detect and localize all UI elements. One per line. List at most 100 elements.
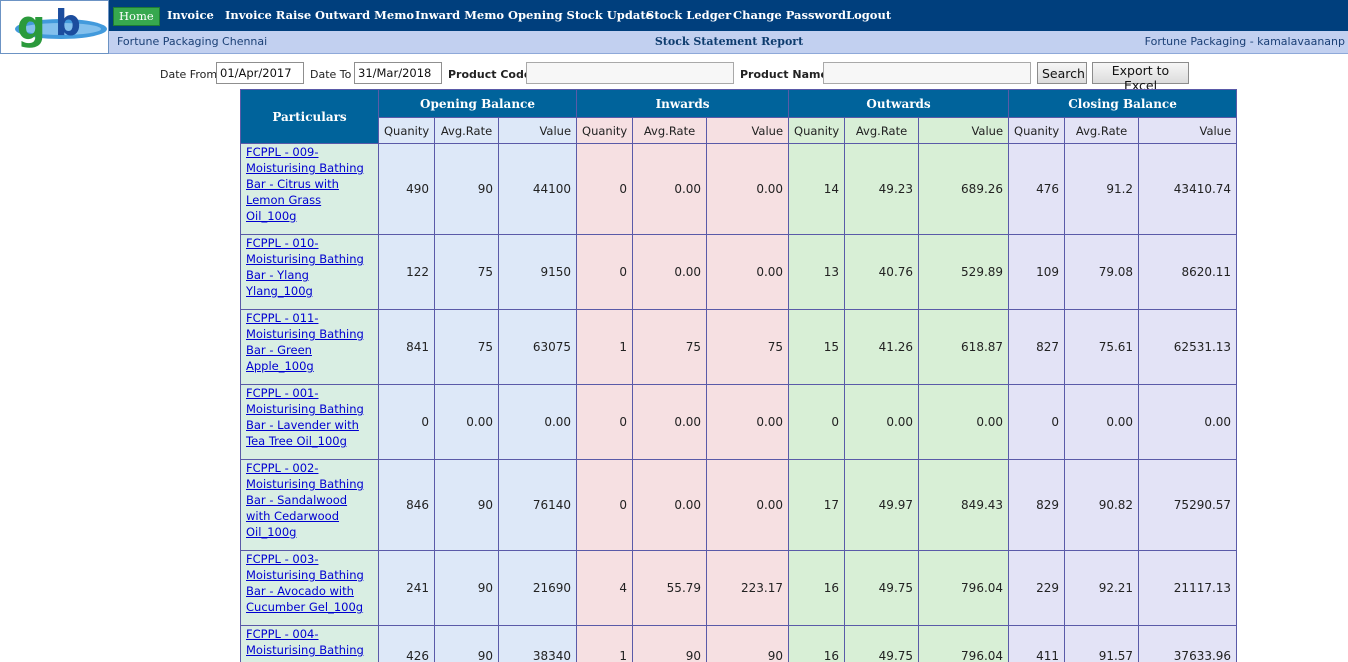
in-rate: 0.00 [632, 384, 708, 460]
nav-invoice[interactable]: Invoice [167, 7, 214, 26]
nav-home[interactable]: Home [113, 7, 160, 26]
app-logo[interactable]: g b [0, 0, 109, 54]
out-rate: 40.76 [844, 234, 920, 310]
ob-rate: 90 [434, 459, 499, 551]
in-value: 0.00 [706, 459, 790, 551]
out-rate-header: Avg.Rate [844, 117, 920, 144]
cb-rate: 79.08 [1064, 234, 1140, 310]
out-rate: 49.75 [844, 550, 920, 626]
header: g b Home Invoice Invoice Raise Outward M… [0, 0, 1348, 54]
product-link[interactable]: FCPPL - 010- Moisturising Bathing Bar - … [246, 236, 364, 298]
in-quantity: 0 [576, 143, 634, 235]
ob-value: 0.00 [497, 384, 578, 460]
in-rate: 0.00 [632, 143, 708, 235]
closing-balance-header: Closing Balance [1008, 89, 1238, 118]
ob-quantity: 426 [378, 625, 435, 662]
info-bar: Fortune Packaging Chennai Stock Statemen… [109, 31, 1348, 54]
nav-outward-memo[interactable]: Outward Memo [315, 7, 414, 26]
outwards-header: Outwards [788, 89, 1010, 118]
export-excel-button[interactable]: Export to Excel [1092, 62, 1189, 93]
cb-rate: 90.82 [1064, 459, 1140, 551]
ob-value: 9150 [497, 234, 578, 310]
cb-value: 75290.57 [1138, 459, 1238, 551]
in-rate: 75 [632, 309, 708, 385]
nav-opening-stock-update[interactable]: Opening Stock Update [508, 7, 653, 26]
out-value: 689.26 [918, 143, 1010, 235]
in-rate: 0.00 [632, 234, 708, 310]
product-link[interactable]: FCPPL - 009- Moisturising Bathing Bar - … [246, 145, 364, 223]
in-quantity: 0 [576, 459, 634, 551]
in-quantity: 4 [576, 550, 634, 626]
product-code-input[interactable] [526, 62, 734, 84]
out-quantity: 16 [788, 550, 846, 626]
out-rate: 49.23 [844, 143, 920, 235]
ob-value: 21690 [497, 550, 578, 626]
ob-rate: 75 [434, 234, 499, 310]
svg-text:b: b [55, 3, 81, 44]
ob-value: 76140 [497, 459, 578, 551]
svg-text:g: g [17, 3, 46, 49]
ob-rate: 90 [434, 625, 499, 662]
table-row: FCPPL - 011- Moisturising Bathing Bar - … [240, 309, 1238, 385]
out-value: 796.04 [918, 625, 1010, 662]
header-row-columns: Quanity Avg.Rate Value Quanity Avg.Rate … [241, 117, 1238, 144]
out-value: 618.87 [918, 309, 1010, 385]
ob-quantity: 841 [378, 309, 435, 385]
product-name-input[interactable] [823, 62, 1031, 84]
cb-quantity-header: Quanity [1008, 117, 1066, 144]
cb-quantity: 229 [1008, 550, 1066, 626]
top-navigation: Home Invoice Invoice Raise Outward Memo … [109, 0, 1348, 31]
ob-rate-header: Avg.Rate [434, 117, 499, 144]
cb-rate: 91.57 [1064, 625, 1140, 662]
cb-quantity: 827 [1008, 309, 1066, 385]
nav-stock-ledger[interactable]: Stock Ledger [646, 7, 731, 26]
in-rate: 55.79 [632, 550, 708, 626]
table-row: FCPPL - 003- Moisturising Bathing Bar - … [240, 550, 1238, 626]
out-value: 529.89 [918, 234, 1010, 310]
out-value: 796.04 [918, 550, 1010, 626]
report-title: Stock Statement Report [654, 35, 804, 48]
in-quantity: 0 [576, 384, 634, 460]
out-rate: 41.26 [844, 309, 920, 385]
cb-rate-header: Avg.Rate [1064, 117, 1140, 144]
product-name-label: Product Name [740, 68, 828, 81]
out-quantity: 13 [788, 234, 846, 310]
company-name: Fortune Packaging Chennai [117, 35, 268, 48]
date-from-label: Date From [160, 68, 218, 81]
product-link[interactable]: FCPPL - 011- Moisturising Bathing Bar - … [246, 311, 364, 373]
nav-change-password[interactable]: Change Password [733, 7, 846, 26]
table-row: FCPPL - 009- Moisturising Bathing Bar - … [240, 143, 1238, 235]
in-rate: 0.00 [632, 459, 708, 551]
nav-invoice-raise[interactable]: Invoice Raise [225, 7, 311, 26]
out-quantity: 14 [788, 143, 846, 235]
cb-rate: 91.2 [1064, 143, 1140, 235]
cb-value-header: Value [1138, 117, 1238, 144]
out-rate: 0.00 [844, 384, 920, 460]
cb-quantity: 109 [1008, 234, 1066, 310]
out-quantity: 0 [788, 384, 846, 460]
ob-value: 44100 [497, 143, 578, 235]
product-link[interactable]: FCPPL - 002- Moisturising Bathing Bar - … [246, 461, 364, 539]
out-quantity: 16 [788, 625, 846, 662]
date-from-input[interactable] [216, 62, 304, 84]
product-link[interactable]: FCPPL - 003- Moisturising Bathing Bar - … [246, 552, 364, 614]
ob-rate: 90 [434, 550, 499, 626]
date-to-input[interactable] [354, 62, 442, 84]
nav-inward-memo[interactable]: Inward Memo [415, 7, 504, 26]
out-value: 0.00 [918, 384, 1010, 460]
product-link[interactable]: FCPPL - 004- Moisturising Bathing [246, 627, 364, 657]
in-quantity: 1 [576, 309, 634, 385]
in-value: 0.00 [706, 234, 790, 310]
in-value: 90 [706, 625, 790, 662]
cb-rate: 92.21 [1064, 550, 1140, 626]
in-rate: 90 [632, 625, 708, 662]
product-link[interactable]: FCPPL - 001- Moisturising Bathing Bar - … [246, 386, 364, 448]
ob-quantity: 490 [378, 143, 435, 235]
ob-value: 38340 [497, 625, 578, 662]
out-rate: 49.75 [844, 625, 920, 662]
search-button[interactable]: Search [1037, 62, 1087, 84]
product-code-label: Product Code [448, 68, 532, 81]
cb-value: 8620.11 [1138, 234, 1238, 310]
nav-logout[interactable]: Logout [846, 7, 891, 26]
cb-value: 0.00 [1138, 384, 1238, 460]
